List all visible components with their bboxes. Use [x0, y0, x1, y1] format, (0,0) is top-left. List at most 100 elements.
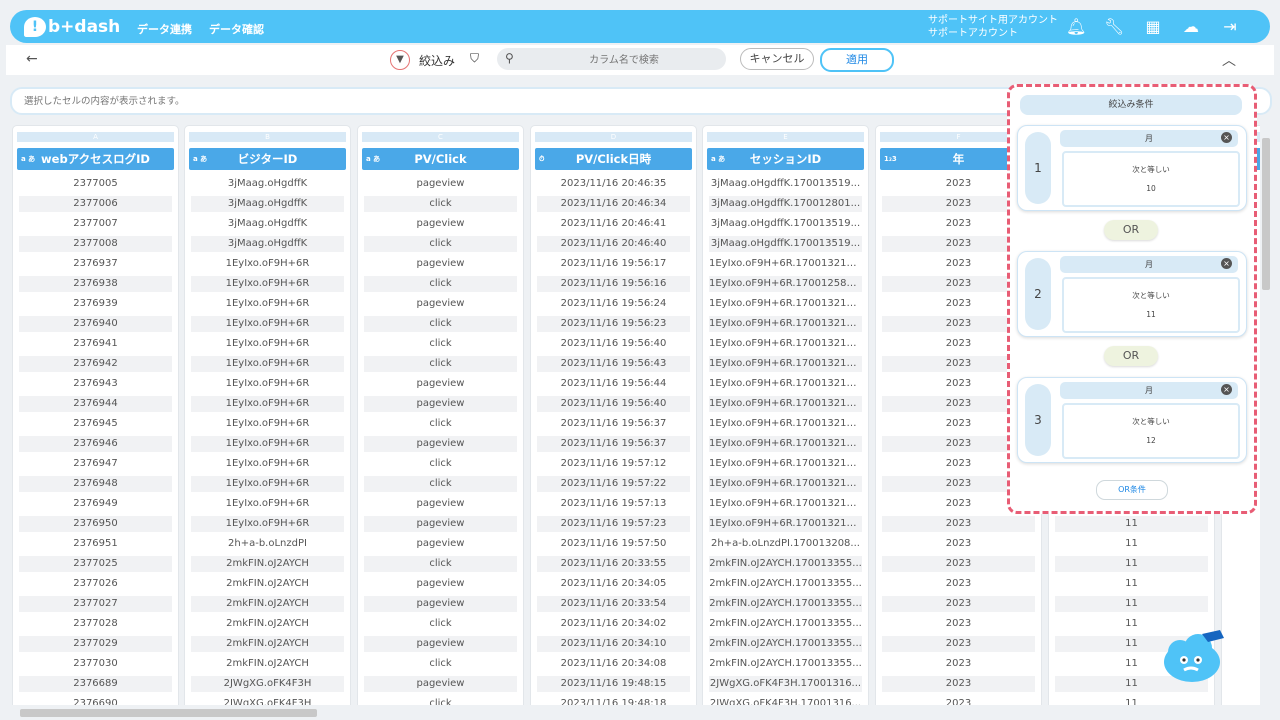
table-cell[interactable]: 3jMaag.oHgdffK [191, 216, 344, 232]
table-cell[interactable]: click [364, 236, 517, 252]
table-cell[interactable]: 2376948 [19, 476, 172, 492]
table-cell[interactable]: 2023 [882, 536, 1035, 552]
table-cell[interactable]: 1EyIxo.oF9H+6R.170013217... [709, 416, 862, 432]
table-cell[interactable]: 1EyIxo.oF9H+6R [191, 496, 344, 512]
table-cell[interactable]: 2mkFIN.oJ2AYCH.170013355... [709, 556, 862, 572]
table-cell[interactable]: 2mkFIN.oJ2AYCH [191, 656, 344, 672]
table-cell[interactable]: 11 [1055, 556, 1208, 572]
table-cell[interactable]: 1EyIxo.oF9H+6R [191, 376, 344, 392]
table-cell[interactable]: click [364, 696, 517, 705]
table-cell[interactable]: 2023/11/16 20:33:55 [537, 556, 690, 572]
table-cell[interactable]: 2023 [882, 576, 1035, 592]
table-cell[interactable]: 11 [1055, 696, 1208, 705]
app-logo[interactable]: ! b+dash [24, 16, 120, 38]
table-cell[interactable]: 2376939 [19, 296, 172, 312]
table-cell[interactable]: 2023/11/16 19:56:23 [537, 316, 690, 332]
table-cell[interactable]: 2mkFIN.oJ2AYCH.170013355... [709, 656, 862, 672]
table-cell[interactable]: 2376689 [19, 676, 172, 692]
table-cell[interactable]: 2023/11/16 19:56:37 [537, 436, 690, 452]
table-cell[interactable]: pageview [364, 536, 517, 552]
table-cell[interactable]: 2376942 [19, 356, 172, 372]
table-cell[interactable]: 2023/11/16 19:56:43 [537, 356, 690, 372]
table-cell[interactable]: 1EyIxo.oF9H+6R.170013217... [709, 436, 862, 452]
nav-data-integration[interactable]: データ連携 [137, 21, 192, 37]
table-cell[interactable]: 2376941 [19, 336, 172, 352]
table-cell[interactable]: 1EyIxo.oF9H+6R [191, 476, 344, 492]
cell-content-field[interactable] [22, 92, 926, 110]
table-cell[interactable]: click [364, 336, 517, 352]
nav-data-check[interactable]: データ確認 [209, 21, 264, 37]
add-or-condition-button[interactable]: OR条件 [1096, 480, 1168, 500]
table-cell[interactable]: 1EyIxo.oF9H+6R [191, 416, 344, 432]
table-cell[interactable]: 2JWgXG.oFK4F3H [191, 696, 344, 705]
table-cell[interactable]: 2023/11/16 19:48:18 [537, 696, 690, 705]
table-cell[interactable]: 2023/11/16 20:46:34 [537, 196, 690, 212]
table-cell[interactable]: pageview [364, 676, 517, 692]
filter-condition[interactable]: 2 月 × 次と等しい 11 [1017, 251, 1247, 337]
table-cell[interactable]: 2023 [882, 696, 1035, 705]
table-cell[interactable]: 2JWgXG.oFK4F3H.17001316... [709, 696, 862, 705]
table-cell[interactable]: click [364, 616, 517, 632]
table-cell[interactable]: 2JWgXG.oFK4F3H [191, 676, 344, 692]
table-cell[interactable]: 2376946 [19, 436, 172, 452]
close-icon[interactable]: × [1221, 132, 1232, 143]
table-cell[interactable]: click [364, 556, 517, 572]
table-cell[interactable]: 2376950 [19, 516, 172, 532]
table-cell[interactable]: 1EyIxo.oF9H+6R [191, 316, 344, 332]
table-cell[interactable]: 1EyIxo.oF9H+6R.170013217... [709, 256, 862, 272]
condition-field[interactable]: 月 × [1060, 382, 1238, 399]
table-cell[interactable]: 1EyIxo.oF9H+6R.170013217... [709, 376, 862, 392]
table-cell[interactable]: 2023/11/16 20:46:40 [537, 236, 690, 252]
table-cell[interactable]: 2376944 [19, 396, 172, 412]
table-cell[interactable]: 2376943 [19, 376, 172, 392]
table-cell[interactable]: 2023/11/16 20:34:08 [537, 656, 690, 672]
table-cell[interactable]: 1EyIxo.oF9H+6R.170013217... [709, 456, 862, 472]
column-header[interactable]: a あ ビジターID [189, 148, 346, 170]
table-cell[interactable]: 3jMaag.oHgdffK.170013519... [709, 216, 862, 232]
table-cell[interactable]: 2376940 [19, 316, 172, 332]
table-cell[interactable]: 1EyIxo.oF9H+6R [191, 296, 344, 312]
table-cell[interactable]: 2376690 [19, 696, 172, 705]
table-cell[interactable]: 2023/11/16 19:56:37 [537, 416, 690, 432]
table-cell[interactable]: 2023/11/16 19:57:13 [537, 496, 690, 512]
table-cell[interactable]: 1EyIxo.oF9H+6R [191, 456, 344, 472]
table-cell[interactable]: click [364, 656, 517, 672]
table-cell[interactable]: 2377008 [19, 236, 172, 252]
table-cell[interactable]: 2376949 [19, 496, 172, 512]
table-cell[interactable]: 3jMaag.oHgdffK.170012801... [709, 196, 862, 212]
table-cell[interactable]: 1EyIxo.oF9H+6R [191, 396, 344, 412]
table-cell[interactable]: 1EyIxo.oF9H+6R.170013217... [709, 296, 862, 312]
table-cell[interactable]: 2023 [882, 516, 1035, 532]
table-cell[interactable]: pageview [364, 436, 517, 452]
horizontal-scroll-thumb[interactable] [20, 709, 317, 717]
column-header[interactable]: a あ PV/Click [362, 148, 519, 170]
table-cell[interactable]: 2mkFIN.oJ2AYCH.170013355... [709, 596, 862, 612]
table-cell[interactable]: 2376938 [19, 276, 172, 292]
table-cell[interactable]: 1EyIxo.oF9H+6R [191, 356, 344, 372]
condition-rule[interactable]: 次と等しい 12 [1062, 403, 1240, 459]
table-cell[interactable]: 2023/11/16 20:46:41 [537, 216, 690, 232]
table-cell[interactable]: 2377028 [19, 616, 172, 632]
table-cell[interactable]: 2023/11/16 19:57:22 [537, 476, 690, 492]
table-cell[interactable]: 3jMaag.oHgdffK [191, 236, 344, 252]
table-cell[interactable]: 2023 [882, 636, 1035, 652]
table-cell[interactable]: 2377006 [19, 196, 172, 212]
table-cell[interactable]: 2023/11/16 20:46:35 [537, 176, 690, 192]
table-cell[interactable]: 2023/11/16 19:56:16 [537, 276, 690, 292]
table-cell[interactable]: 3jMaag.oHgdffK.170013519... [709, 176, 862, 192]
table-cell[interactable]: 2mkFIN.oJ2AYCH.170013355... [709, 576, 862, 592]
table-cell[interactable]: 2023/11/16 19:57:12 [537, 456, 690, 472]
column-letter[interactable]: C [362, 132, 519, 142]
condition-field[interactable]: 月 × [1060, 256, 1238, 273]
clear-filter-icon[interactable]: ⛉ [470, 51, 479, 66]
table-cell[interactable]: 1EyIxo.oF9H+6R [191, 276, 344, 292]
grid-menu-icon[interactable]: ▦ [1143, 18, 1163, 36]
table-cell[interactable]: click [364, 276, 517, 292]
table-cell[interactable]: 2376937 [19, 256, 172, 272]
table-cell[interactable]: 2023/11/16 19:56:24 [537, 296, 690, 312]
condition-rule[interactable]: 次と等しい 11 [1062, 277, 1240, 333]
table-cell[interactable]: 2mkFIN.oJ2AYCH [191, 636, 344, 652]
table-cell[interactable]: 1EyIxo.oF9H+6R.170013217... [709, 516, 862, 532]
table-cell[interactable]: 11 [1055, 596, 1208, 612]
table-cell[interactable]: 1EyIxo.oF9H+6R.170012582... [709, 276, 862, 292]
